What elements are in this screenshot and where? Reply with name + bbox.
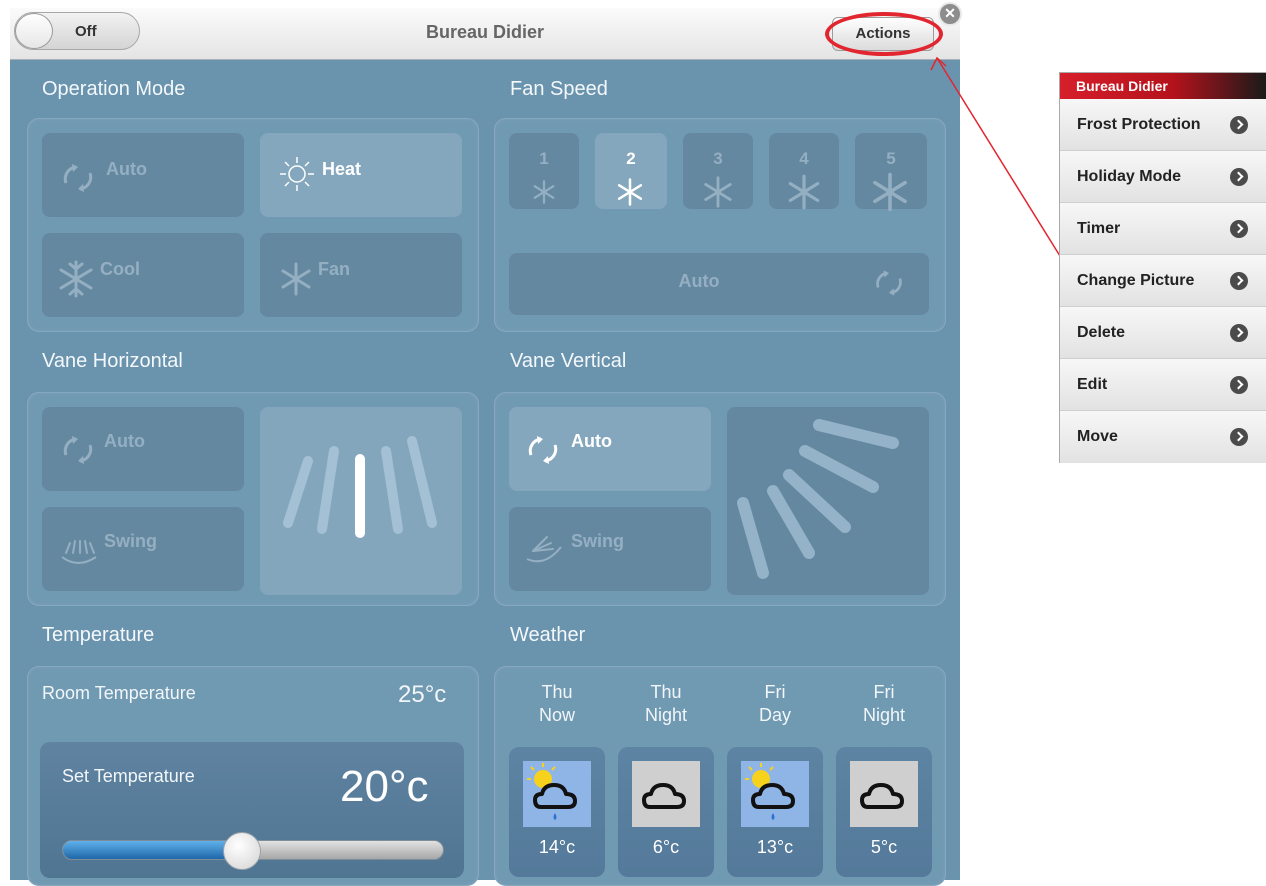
- menu-item-label: Holiday Mode: [1077, 168, 1182, 185]
- menu-item-delete[interactable]: Delete: [1060, 307, 1266, 359]
- menu-item-holiday-mode[interactable]: Holiday Mode: [1060, 151, 1266, 203]
- chevron-right-icon: [1230, 428, 1248, 446]
- chevron-right-icon: [1230, 116, 1248, 134]
- actions-menu-title: Bureau Didier: [1076, 78, 1168, 94]
- chevron-right-icon: [1230, 376, 1248, 394]
- chevron-right-icon: [1230, 272, 1248, 290]
- menu-item-change-picture[interactable]: Change Picture: [1060, 255, 1266, 307]
- actions-menu-header: Bureau Didier: [1060, 73, 1266, 99]
- chevron-right-icon: [1230, 324, 1248, 342]
- menu-item-label: Delete: [1077, 324, 1126, 341]
- chevron-right-icon: [1230, 168, 1248, 186]
- menu-item-label: Change Picture: [1077, 272, 1195, 289]
- actions-menu: Bureau Didier Frost Protection Holiday M…: [1059, 72, 1266, 463]
- menu-item-edit[interactable]: Edit: [1060, 359, 1266, 411]
- menu-item-label: Frost Protection: [1077, 116, 1201, 133]
- menu-item-frost-protection[interactable]: Frost Protection: [1060, 99, 1266, 151]
- chevron-right-icon: [1230, 220, 1248, 238]
- menu-item-timer[interactable]: Timer: [1060, 203, 1266, 255]
- menu-item-move[interactable]: Move: [1060, 411, 1266, 463]
- menu-item-label: Move: [1077, 428, 1118, 445]
- menu-item-label: Timer: [1077, 220, 1121, 237]
- menu-item-label: Edit: [1077, 376, 1108, 393]
